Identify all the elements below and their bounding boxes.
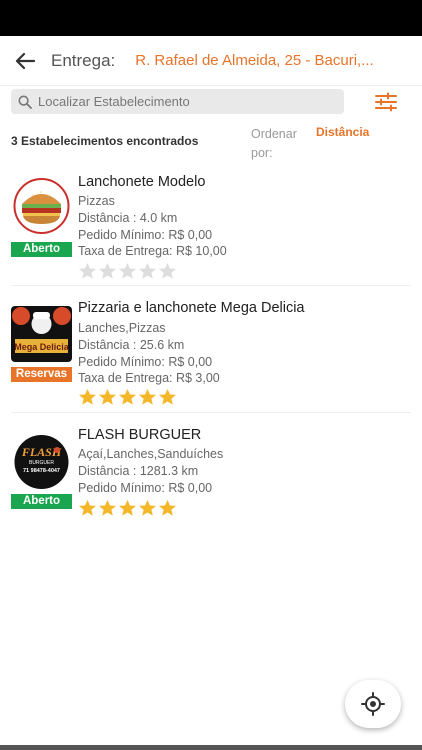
star-icon [158, 499, 177, 516]
search-row [0, 86, 422, 120]
rating-stars [78, 499, 178, 517]
filter-button[interactable] [373, 92, 399, 112]
establishment-min-order: Pedido Mínimo: R$ 0,00 [78, 228, 213, 242]
establishment-categories: Lanches,Pizzas [78, 321, 166, 335]
search-box[interactable] [11, 89, 344, 114]
status-badge: Aberto [11, 242, 72, 257]
star-icon [98, 262, 117, 279]
star-icon [98, 499, 117, 516]
svg-text:Mega Delicia: Mega Delicia [14, 342, 70, 352]
results-count: 3 Estabelecimentos encontrados [11, 134, 199, 148]
establishment-distance: Distância : 1281.3 km [78, 464, 199, 478]
svg-text:BURGUER: BURGUER [29, 460, 54, 466]
establishment-name: Lanchonete Modelo [78, 174, 206, 190]
establishment-categories: Açaí,Lanches,Sanduíches [78, 447, 224, 461]
delivery-address-link[interactable]: R. Rafael de Almeida, 25 - Bacuri,... [135, 52, 400, 69]
divider [11, 412, 411, 413]
status-badge: Reservas [11, 367, 72, 382]
establishment-logo: Mega Delicia [11, 306, 72, 362]
list-item[interactable]: Mega Delicia Reservas Pizzaria e lanchon… [0, 297, 422, 411]
establishment-distance: Distância : 25.6 km [78, 338, 185, 352]
my-location-button[interactable] [345, 680, 401, 728]
star-icon [138, 388, 157, 405]
status-badge: Aberto [11, 494, 72, 509]
star-icon [118, 499, 137, 516]
star-icon [98, 388, 117, 405]
sliders-icon [375, 92, 397, 112]
svg-text:71 98478-4047: 71 98478-4047 [23, 468, 60, 474]
arrow-left-icon [15, 52, 35, 69]
app-bar: Entrega: R. Rafael de Almeida, 25 - Bacu… [0, 36, 422, 86]
establishment-delivery-fee: Taxa de Entrega: R$ 10,00 [78, 244, 227, 258]
divider [11, 285, 411, 286]
status-bar [0, 0, 422, 36]
back-button[interactable] [0, 36, 50, 86]
order-by-label: Ordenar por: [251, 127, 297, 160]
establishment-categories: Pizzas [78, 194, 115, 208]
search-icon [18, 94, 34, 110]
star-icon [158, 262, 177, 279]
rating-stars [78, 388, 178, 406]
star-icon [138, 499, 157, 516]
establishment-min-order: Pedido Mínimo: R$ 0,00 [78, 481, 213, 495]
order-by-value[interactable]: Distância [316, 125, 369, 139]
star-icon [78, 499, 97, 516]
navigation-bar [0, 745, 422, 750]
star-icon [158, 388, 177, 405]
establishment-name: Pizzaria e lanchonete Mega Delicia [78, 300, 305, 316]
establishment-distance: Distância : 4.0 km [78, 211, 178, 225]
star-icon [78, 388, 97, 405]
establishment-name: FLASH BURGUER [78, 427, 202, 443]
establishment-logo: FLASH BURGUER 71 98478-4047 [11, 434, 72, 490]
list-item[interactable]: FLASH BURGUER 71 98478-4047 Aberto FLASH… [0, 424, 422, 524]
rating-stars [78, 262, 178, 280]
establishment-logo [11, 178, 72, 234]
establishment-min-order: Pedido Mínimo: R$ 0,00 [78, 355, 213, 369]
search-input[interactable] [38, 94, 338, 109]
establishment-delivery-fee: Taxa de Entrega: R$ 3,00 [78, 371, 220, 385]
star-icon [78, 262, 97, 279]
star-icon [118, 262, 137, 279]
list-item[interactable]: Aberto Lanchonete Modelo Pizzas Distânci… [0, 170, 422, 284]
page-title: Entrega: [51, 50, 116, 70]
star-icon [138, 262, 157, 279]
star-icon [118, 388, 137, 405]
location-target-icon [361, 692, 385, 716]
